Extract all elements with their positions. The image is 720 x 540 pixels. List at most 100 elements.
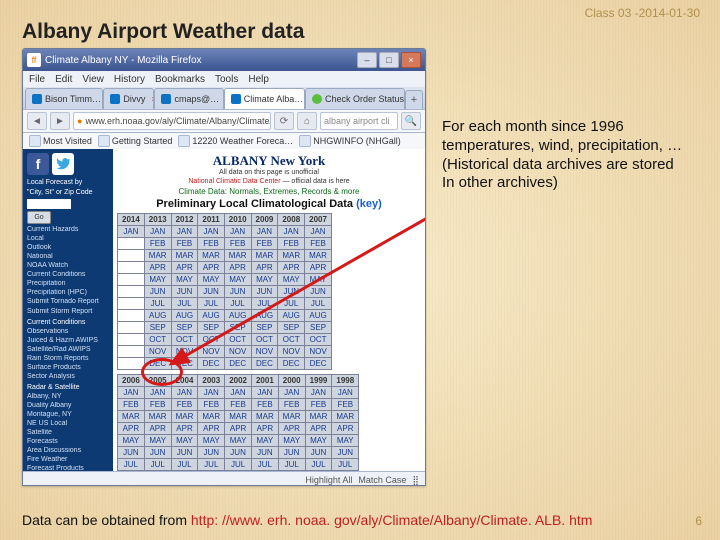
month-cell[interactable]: MAR: [144, 250, 171, 262]
month-cell[interactable]: JUL: [171, 298, 198, 310]
month-cell[interactable]: JUL: [278, 459, 305, 471]
back-button[interactable]: ◄: [27, 112, 47, 130]
month-cell[interactable]: SEP: [144, 322, 171, 334]
month-cell[interactable]: MAR: [251, 411, 278, 423]
sidebar-link[interactable]: Rain Storm Reports: [27, 355, 109, 363]
zip-input[interactable]: [27, 199, 71, 209]
month-cell[interactable]: FEB: [278, 238, 305, 250]
month-cell[interactable]: NOV: [278, 346, 305, 358]
month-cell[interactable]: OCT: [278, 334, 305, 346]
month-cell[interactable]: JAN: [278, 226, 305, 238]
month-cell[interactable]: MAR: [144, 411, 171, 423]
menu-history[interactable]: History: [114, 74, 145, 85]
status-highlight[interactable]: Highlight All: [305, 475, 352, 485]
search-box[interactable]: albany airport cli: [320, 112, 398, 130]
month-cell[interactable]: OCT: [171, 334, 198, 346]
month-cell[interactable]: FEB: [305, 399, 332, 411]
month-cell[interactable]: MAR: [278, 250, 305, 262]
month-cell[interactable]: AUG: [198, 310, 224, 322]
month-cell[interactable]: MAY: [305, 435, 332, 447]
month-cell[interactable]: APR: [278, 423, 305, 435]
month-cell[interactable]: JUN: [225, 447, 252, 459]
month-cell[interactable]: APR: [144, 423, 171, 435]
month-cell[interactable]: APR: [278, 262, 305, 274]
new-tab-button[interactable]: +: [405, 90, 423, 109]
month-cell[interactable]: JUN: [332, 447, 359, 459]
menu-edit[interactable]: Edit: [55, 74, 72, 85]
month-cell[interactable]: NOV: [305, 346, 332, 358]
month-cell[interactable]: DEC: [198, 358, 224, 370]
month-cell[interactable]: APR: [224, 262, 251, 274]
menu-tools[interactable]: Tools: [215, 74, 238, 85]
month-cell[interactable]: FEB: [171, 399, 198, 411]
ncdc-link[interactable]: National Climatic Data Center: [188, 178, 280, 185]
month-cell[interactable]: MAY: [332, 435, 359, 447]
month-cell[interactable]: DEC: [224, 358, 251, 370]
page-links[interactable]: Climate Data: Normals, Extremes, Records…: [117, 187, 421, 196]
tab-3[interactable]: cmaps@…×: [154, 88, 223, 109]
month-cell[interactable]: JUN: [251, 447, 278, 459]
sidebar-link[interactable]: Local: [27, 235, 109, 243]
month-cell[interactable]: FEB: [251, 399, 278, 411]
footer-url[interactable]: http: //www. erh. noaa. gov/aly/Climate/…: [191, 512, 593, 528]
month-cell[interactable]: FEB: [198, 238, 224, 250]
month-cell[interactable]: JAN: [144, 226, 171, 238]
month-cell[interactable]: MAR: [171, 411, 198, 423]
month-cell[interactable]: AUG: [171, 310, 198, 322]
menu-view[interactable]: View: [82, 74, 104, 85]
month-cell[interactable]: OCT: [198, 334, 224, 346]
bookmark-item[interactable]: 12220 Weather Foreca…: [178, 135, 293, 147]
window-titlebar[interactable]: ff Climate Albany NY - Mozilla Firefox –…: [23, 49, 425, 71]
month-cell[interactable]: SEP: [224, 322, 251, 334]
menu-file[interactable]: File: [29, 74, 45, 85]
window-maximize-button[interactable]: □: [379, 52, 399, 68]
month-cell[interactable]: OCT: [224, 334, 251, 346]
month-cell[interactable]: AUG: [278, 310, 305, 322]
month-cell[interactable]: AUG: [198, 471, 225, 472]
month-cell[interactable]: AUG: [144, 310, 171, 322]
month-cell[interactable]: JUL: [251, 459, 278, 471]
month-cell[interactable]: AUG: [225, 471, 252, 472]
month-cell[interactable]: JAN: [251, 387, 278, 399]
month-cell[interactable]: MAR: [251, 250, 278, 262]
month-cell[interactable]: SEP: [251, 322, 278, 334]
month-cell[interactable]: MAY: [251, 435, 278, 447]
month-cell[interactable]: APR: [118, 423, 145, 435]
sidebar-link[interactable]: Juiced & Hazm AWIPS: [27, 337, 109, 345]
go-button[interactable]: Go: [27, 211, 51, 224]
month-cell[interactable]: JUN: [144, 447, 171, 459]
month-cell[interactable]: AUG: [251, 310, 278, 322]
sidebar-link[interactable]: Forecast Products: [27, 465, 109, 471]
month-cell[interactable]: JUL: [198, 459, 225, 471]
month-cell[interactable]: AUG: [278, 471, 305, 472]
month-cell[interactable]: FEB: [144, 238, 171, 250]
month-cell[interactable]: JUN: [171, 447, 198, 459]
window-minimize-button[interactable]: –: [357, 52, 377, 68]
month-cell[interactable]: MAR: [225, 411, 252, 423]
reload-button[interactable]: ⟳: [274, 112, 294, 130]
month-cell[interactable]: FEB: [251, 238, 278, 250]
month-cell[interactable]: MAY: [171, 274, 198, 286]
month-cell[interactable]: JUN: [278, 447, 305, 459]
month-cell[interactable]: NOV: [144, 346, 171, 358]
month-cell[interactable]: FEB: [171, 238, 198, 250]
month-cell[interactable]: MAY: [225, 435, 252, 447]
month-cell[interactable]: JUL: [198, 298, 224, 310]
sidebar-link[interactable]: Montague, NY: [27, 411, 109, 419]
month-cell[interactable]: MAR: [305, 250, 332, 262]
month-cell[interactable]: JUN: [198, 447, 225, 459]
month-cell[interactable]: NOV: [171, 346, 198, 358]
month-cell[interactable]: JUL: [332, 459, 359, 471]
sidebar-link[interactable]: Submit Storm Report: [27, 308, 109, 316]
month-cell[interactable]: JUL: [305, 459, 332, 471]
sidebar-link[interactable]: Duality Albany: [27, 402, 109, 410]
month-cell[interactable]: MAR: [171, 250, 198, 262]
sidebar-link[interactable]: Forecasts: [27, 438, 109, 446]
month-cell[interactable]: JAN: [332, 387, 359, 399]
sidebar-link[interactable]: Current Hazards: [27, 226, 109, 234]
sidebar-link[interactable]: Submit Tornado Report: [27, 298, 109, 306]
month-cell[interactable]: MAR: [198, 411, 225, 423]
month-cell[interactable]: APR: [198, 423, 225, 435]
month-cell[interactable]: JUL: [278, 298, 305, 310]
home-button[interactable]: ⌂: [297, 112, 317, 130]
